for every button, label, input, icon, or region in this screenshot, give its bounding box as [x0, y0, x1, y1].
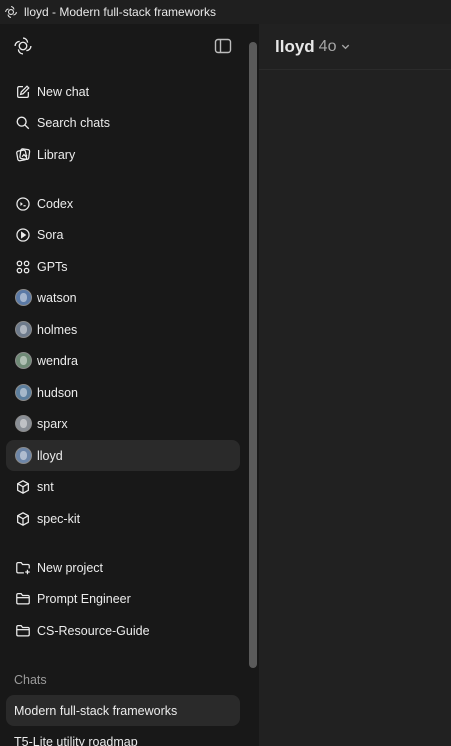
sidebar-item-search-chats[interactable]: Search chats — [6, 107, 240, 138]
sidebar-item-hudson[interactable]: hudson — [6, 377, 240, 408]
cube-icon — [14, 478, 32, 496]
sidebar-item-cs-resource-guide[interactable]: CS-Resource-Guide — [6, 615, 240, 646]
sidebar-item-label: sparx — [37, 416, 68, 431]
sidebar-item-label: Search chats — [37, 115, 110, 130]
hudson-avatar — [14, 384, 32, 401]
sidebar-item-sparx[interactable]: sparx — [6, 408, 240, 439]
sidebar-toggle-icon[interactable] — [214, 38, 232, 54]
sidebar-item-wendra[interactable]: wendra — [6, 345, 240, 376]
sidebar-header — [0, 24, 247, 69]
sidebar-item-label: Prompt Engineer — [37, 591, 131, 606]
grid-icon — [14, 258, 32, 276]
chat-item[interactable]: T5-Lite utility roadmap — [6, 726, 240, 746]
sidebar-item-label: watson — [37, 290, 77, 305]
sidebar-item-new-project[interactable]: New project — [6, 552, 240, 583]
new-chat-icon — [14, 83, 32, 101]
sidebar-item-label: lloyd — [37, 448, 63, 463]
folder-plus-icon — [14, 559, 32, 577]
model-version: 4o — [318, 37, 337, 55]
sidebar-item-lloyd[interactable]: lloyd — [6, 440, 240, 471]
sidebar-item-label: CS-Resource-Guide — [37, 623, 150, 638]
openai-logo-icon — [4, 5, 18, 19]
sidebar-item-label: Sora — [37, 227, 64, 242]
chats-heading: Chats — [14, 673, 47, 687]
sidebar-item-new-chat[interactable]: New chat — [6, 76, 240, 107]
chevron-down-icon — [340, 41, 351, 52]
cube-icon — [14, 510, 32, 528]
model-selector[interactable]: lloyd 4o — [259, 24, 451, 70]
sidebar-item-gpts[interactable]: GPTs — [6, 251, 240, 282]
openai-logo-icon[interactable] — [13, 36, 33, 56]
sidebar-item-codex[interactable]: Codex — [6, 188, 240, 219]
sparx-avatar — [14, 415, 32, 432]
sidebar-item-label: holmes — [37, 322, 78, 337]
library-icon — [14, 146, 32, 164]
sidebar-item-watson[interactable]: watson — [6, 282, 240, 313]
main-panel: lloyd 4o — [259, 24, 451, 746]
search-icon — [14, 114, 32, 132]
sidebar-item-label: snt — [37, 479, 54, 494]
holmes-avatar — [14, 321, 32, 338]
sidebar-item-library[interactable]: Library — [6, 139, 240, 170]
sidebar-item-prompt-engineer[interactable]: Prompt Engineer — [6, 583, 240, 614]
sidebar-item-label: hudson — [37, 385, 79, 400]
sidebar-item-label: Codex — [37, 196, 74, 211]
window-title: lloyd - Modern full-stack frameworks — [24, 5, 217, 19]
codex-icon — [14, 195, 32, 213]
wendra-avatar — [14, 352, 32, 369]
folder-icon — [14, 622, 32, 640]
sidebar-item-label: wendra — [37, 353, 78, 368]
window-titlebar: lloyd - Modern full-stack frameworks — [0, 0, 451, 24]
folder-icon — [14, 590, 32, 608]
sidebar-item-holmes[interactable]: holmes — [6, 314, 240, 345]
sidebar-item-spec-kit[interactable]: spec-kit — [6, 503, 240, 534]
sidebar-item-label: spec-kit — [37, 511, 81, 526]
sidebar-scrollbar-thumb[interactable] — [249, 42, 257, 668]
lloyd-avatar — [14, 447, 32, 464]
sidebar-item-label: Library — [37, 147, 76, 162]
sidebar: New chat Search chats Library Codex Sora… — [0, 24, 247, 746]
sidebar-item-label: GPTs — [37, 259, 68, 274]
watson-avatar — [14, 289, 32, 306]
sidebar-item-snt[interactable]: snt — [6, 471, 240, 502]
sidebar-item-sora[interactable]: Sora — [6, 219, 240, 250]
model-name: lloyd — [275, 36, 315, 56]
sidebar-item-label: New project — [37, 560, 103, 575]
play-icon — [14, 226, 32, 244]
sidebar-item-label: New chat — [37, 84, 90, 99]
chat-item[interactable]: Modern full-stack frameworks — [6, 695, 240, 726]
